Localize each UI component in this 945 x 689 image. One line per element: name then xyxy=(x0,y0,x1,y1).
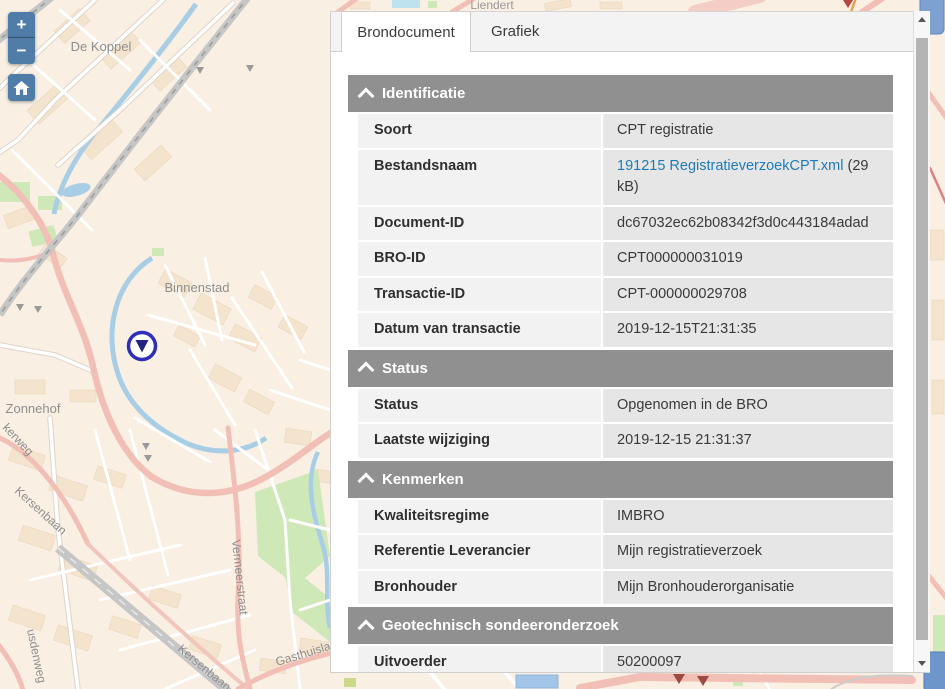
table-row: StatusOpgenomen in de BRO xyxy=(358,389,893,423)
row-value: 2019-12-15T21:31:35 xyxy=(603,313,893,347)
tab-bar-rest: Grafiek xyxy=(471,11,914,52)
table-row: Document-IDdc67032ec62b08342f3d0c443184a… xyxy=(358,207,893,241)
section-title: Status xyxy=(382,360,428,377)
map-label: Zonnehof xyxy=(6,401,61,416)
row-label: Status xyxy=(358,389,601,423)
section-title: Kenmerken xyxy=(382,471,464,488)
section-header[interactable]: Identificatie xyxy=(348,75,893,112)
scrollbar-up-button[interactable] xyxy=(914,11,930,28)
row-label: Uitvoerder xyxy=(358,646,601,672)
home-icon xyxy=(13,80,30,96)
section-title: Geotechnisch sondeeronderzoek xyxy=(382,617,619,634)
chevron-up-icon xyxy=(358,87,375,104)
table-row: BRO-IDCPT000000031019 xyxy=(358,242,893,276)
table-row: Uitvoerder50200097 xyxy=(358,646,893,672)
row-label: Datum van transactie xyxy=(358,313,601,347)
tab-brondocument[interactable]: Brondocument xyxy=(341,11,471,52)
chevron-up-icon xyxy=(358,362,375,379)
panel-scrollbar[interactable] xyxy=(913,11,930,672)
detail-panel: Brondocument Grafiek IdentificatieSoortC… xyxy=(330,11,930,673)
map-label: De Koppel xyxy=(71,39,132,54)
table-row: Referentie LeverancierMijn registratieve… xyxy=(358,535,893,569)
chevron-up-icon xyxy=(358,619,375,636)
tab-brondocument-label: Brondocument xyxy=(357,24,455,41)
table-row: SoortCPT registratie xyxy=(358,114,893,148)
table-row: Bestandsnaam191215 RegistratieverzoekCPT… xyxy=(358,150,893,205)
row-label: Kwaliteitsregime xyxy=(358,500,601,534)
file-link[interactable]: 191215 RegistratieverzoekCPT.xml xyxy=(617,158,843,174)
row-value: Mijn Bronhouderorganisatie xyxy=(603,571,893,605)
row-value: 2019-12-15 21:31:37 xyxy=(603,424,893,458)
row-label: Referentie Leverancier xyxy=(358,535,601,569)
scroll-down-icon xyxy=(918,661,926,666)
section-title: Identificatie xyxy=(382,85,465,102)
tab-grafiek[interactable]: Grafiek xyxy=(471,23,539,40)
tab-bar-stub xyxy=(331,11,341,52)
document-sections: Identificatie SoortCPT registratieBestand… xyxy=(348,52,893,672)
table-row: BronhouderMijn Bronhouderorganisatie xyxy=(358,571,893,605)
tab-bar: Brondocument Grafiek xyxy=(331,11,914,52)
home-button[interactable] xyxy=(8,74,35,101)
map-label: Binnenstad xyxy=(164,280,229,295)
row-label: Laatste wijziging xyxy=(358,424,601,458)
row-label: Transactie-ID xyxy=(358,278,601,312)
section-header[interactable]: Status xyxy=(348,350,893,387)
row-value: dc67032ec62b08342f3d0c443184adad xyxy=(603,207,893,241)
row-value: 50200097 xyxy=(603,646,893,672)
section-header[interactable]: Geotechnisch sondeeronderzoek xyxy=(348,607,893,644)
row-value: CPT registratie xyxy=(603,114,893,148)
row-label: Soort xyxy=(358,114,601,148)
table-row: Laatste wijziging2019-12-15 21:31:37 xyxy=(358,424,893,458)
row-value: 191215 RegistratieverzoekCPT.xml (29 kB) xyxy=(603,150,893,205)
zoom-in-button[interactable]: + xyxy=(8,12,35,38)
row-label: BRO-ID xyxy=(358,242,601,276)
cpt-location-marker[interactable] xyxy=(129,333,156,360)
chevron-up-icon xyxy=(358,473,375,490)
zoom-out-button[interactable]: − xyxy=(8,38,35,64)
section-header[interactable]: Kenmerken xyxy=(348,461,893,498)
table-row: KwaliteitsregimeIMBRO xyxy=(358,500,893,534)
row-value: Opgenomen in de BRO xyxy=(603,389,893,423)
scrollbar-down-button[interactable] xyxy=(914,655,930,672)
row-value: CPT-000000029708 xyxy=(603,278,893,312)
scrollbar-thumb[interactable] xyxy=(916,38,928,640)
row-label: Bronhouder xyxy=(358,571,601,605)
row-value: IMBRO xyxy=(603,500,893,534)
table-row: Datum van transactie2019-12-15T21:31:35 xyxy=(358,313,893,347)
row-label: Document-ID xyxy=(358,207,601,241)
row-label: Bestandsnaam xyxy=(358,150,601,205)
table-row: Transactie-IDCPT-000000029708 xyxy=(358,278,893,312)
row-value: Mijn registratieverzoek xyxy=(603,535,893,569)
scroll-up-icon xyxy=(918,17,926,22)
row-value: CPT000000031019 xyxy=(603,242,893,276)
